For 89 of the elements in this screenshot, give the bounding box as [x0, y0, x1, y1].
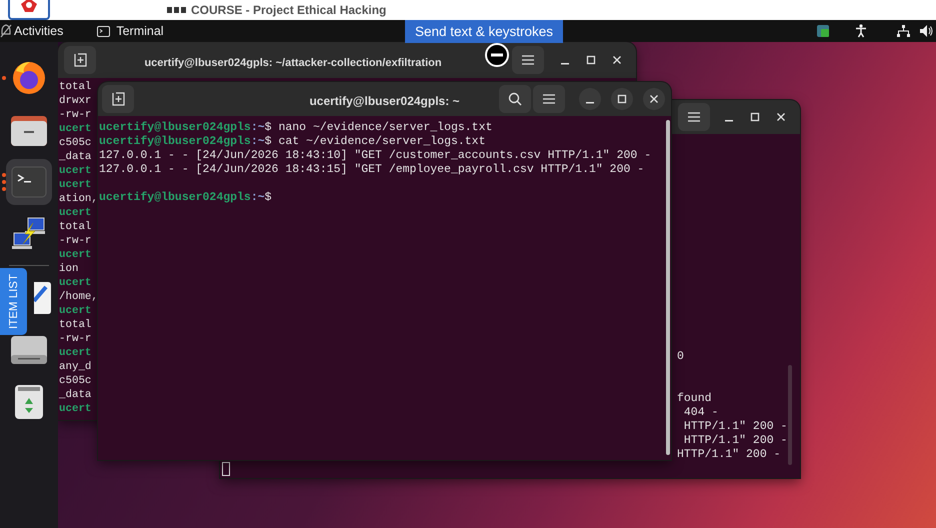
output-text: -rw-r [59, 333, 92, 345]
prompt-user: ucert [59, 123, 92, 135]
volume-icon[interactable] [920, 24, 933, 38]
prompt-path: :~ [250, 121, 265, 134]
scrollbar[interactable] [788, 365, 792, 465]
course-title: COURSE - Project Ethical Hacking [191, 3, 386, 17]
output-text: /home, [59, 291, 98, 303]
prompt-user: ucert [59, 403, 92, 415]
new-tab-button[interactable] [102, 85, 134, 113]
minimize-icon [561, 62, 569, 64]
text-cursor [222, 462, 230, 476]
output-text: _data [59, 389, 92, 401]
terminal-icon [97, 26, 110, 36]
prompt-user: ucert [59, 305, 92, 317]
window-title: ucertify@lbuser024gpls: ~ [309, 94, 460, 108]
network-icon[interactable] [897, 24, 910, 38]
prompt-user: ucert [59, 249, 92, 261]
menu-button[interactable] [533, 85, 565, 113]
prompt-path: :~ [250, 191, 265, 204]
command-text: $ [264, 191, 272, 204]
output-text: any_d [59, 361, 92, 373]
maximize-icon [617, 94, 627, 104]
browser-icon [10, 59, 48, 97]
output-text: ation, [59, 193, 98, 205]
prompt-user: ucert [59, 179, 92, 191]
folder-icon [10, 113, 48, 147]
new-tab-icon [73, 53, 87, 67]
prompt-user: ucert [59, 165, 92, 177]
menu-button[interactable] [512, 46, 544, 74]
output-text: drwxr [59, 95, 92, 107]
minimize-button[interactable] [579, 88, 601, 110]
output-text: HTTP/1.1" 200 - [682, 420, 788, 433]
output-text: found [677, 392, 712, 405]
maximize-icon [750, 112, 760, 122]
output-text: -rw-r [59, 235, 92, 247]
output-text: 127.0.0.1 - - [24/Jun/2026 18:43:15] "GET /employee_payroll.csv HTTP/1.1" 200 - [99, 163, 644, 176]
close-icon [612, 55, 622, 65]
accessibility-icon[interactable] [855, 24, 867, 38]
maximize-icon [586, 55, 596, 65]
output-text: 127.0.0.1 - - [24/Jun/2026 18:43:10] "GET /customer_accounts.csv HTTP/1.1" 200 - [99, 149, 652, 162]
output-text: HTTP/1.1" 200 - [682, 434, 788, 447]
bell-muted-icon [0, 24, 12, 38]
menu-icon [688, 112, 700, 122]
close-icon [776, 112, 786, 122]
output-text: total [59, 221, 92, 233]
window-title: ucertify@lbuser024gpls: ~/attacker-collection/exfiltration [144, 56, 442, 68]
output-text: c505c [59, 137, 92, 149]
output-text: total [59, 319, 92, 331]
output-text: ion [59, 263, 78, 275]
terminal-icon [11, 166, 47, 198]
output-text: -rw-r [59, 109, 92, 121]
maximize-button[interactable] [611, 88, 633, 110]
output-text: _data [59, 151, 92, 163]
new-tab-button[interactable] [64, 46, 96, 74]
output-text: c505c [59, 375, 92, 387]
scrollbar[interactable] [666, 120, 670, 455]
prompt-user: ucert [59, 347, 92, 359]
network-computers-icon [11, 217, 47, 251]
item-list-menu[interactable]: ITEM LIST [0, 268, 27, 335]
output-text: 404 - [682, 406, 718, 419]
close-button[interactable] [643, 88, 665, 110]
command-text: $ cat ~/evidence/server_logs.txt [264, 135, 486, 148]
command-text: $ nano ~/evidence/server_logs.txt [264, 121, 492, 134]
activities-button[interactable]: Activities [14, 24, 64, 38]
prompt-user: ucert [59, 207, 92, 219]
search-icon [508, 92, 522, 106]
prompt-user: ucertify@lbuser024gpls [99, 121, 251, 134]
send-keystrokes-button[interactable]: Send text & keystrokes [405, 20, 563, 43]
prompt-user: ucertify@lbuser024gpls [99, 135, 251, 148]
prompt-user: ucert [59, 277, 92, 289]
minimize-icon [725, 120, 733, 122]
output-text: HTTP/1.1" 200 - [677, 448, 781, 461]
app-indicator-icon[interactable] [816, 24, 830, 38]
menu-icon [543, 94, 555, 104]
minimize-icon [586, 102, 594, 104]
text-editor-icon [34, 281, 52, 315]
trash-icon [14, 384, 44, 420]
prompt-path: :~ [250, 135, 265, 148]
output-text: total [59, 81, 92, 93]
output-text: 0 [677, 350, 684, 363]
new-tab-icon [111, 92, 125, 106]
menu-button[interactable] [678, 103, 710, 131]
menu-icon [522, 55, 534, 65]
app-menu[interactable]: Terminal [97, 24, 164, 38]
drive-icon [10, 335, 48, 365]
prompt-user: ucertify@lbuser024gpls [99, 191, 251, 204]
grid-icon [167, 7, 186, 13]
close-icon [649, 94, 659, 104]
search-button[interactable] [499, 85, 531, 113]
